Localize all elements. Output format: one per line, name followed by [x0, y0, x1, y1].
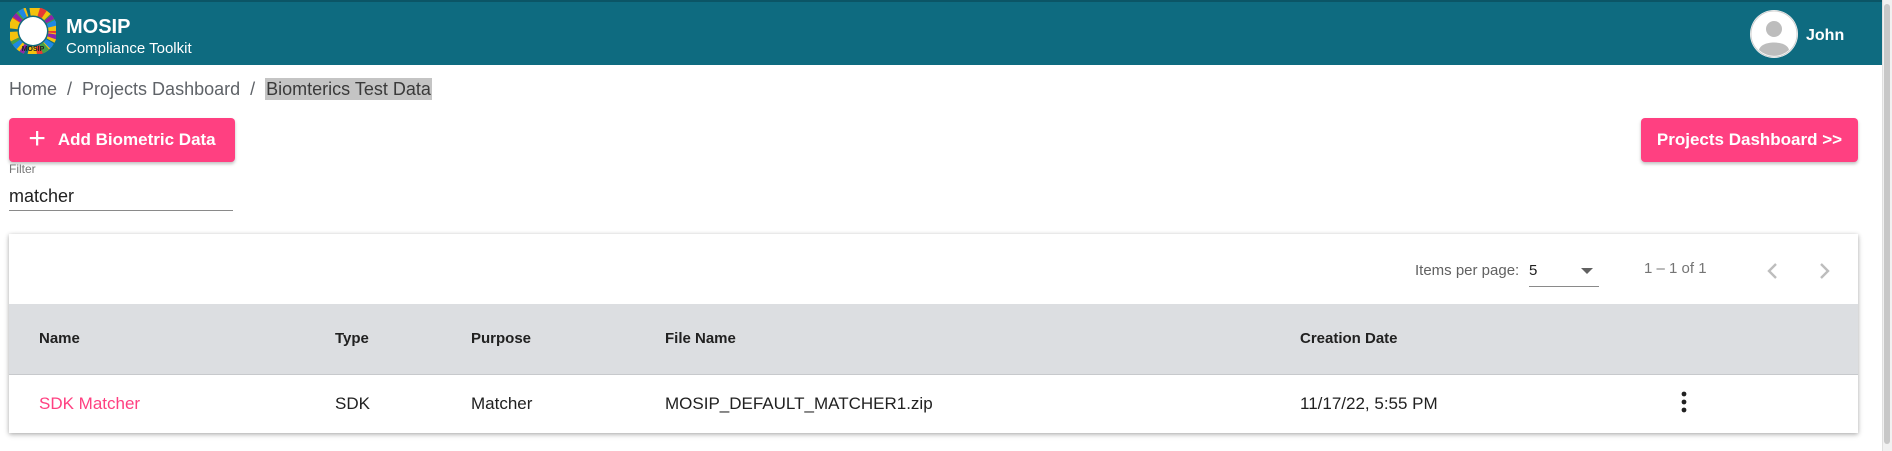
column-header-purpose: Purpose — [471, 330, 532, 347]
items-per-page-value: 5 — [1529, 262, 1538, 279]
app-name: MOSIP — [66, 16, 131, 38]
column-header-creation-date: Creation Date — [1300, 330, 1398, 347]
add-biometric-data-label: Add Biometric Data — [57, 130, 216, 149]
column-header-file-name: File Name — [665, 330, 736, 347]
cell-type: SDK — [335, 394, 370, 413]
user-avatar[interactable] — [1750, 10, 1798, 58]
column-header-name: Name — [39, 330, 80, 347]
breadcrumb-separator: / — [250, 79, 256, 99]
cell-name-link[interactable]: SDK Matcher — [39, 394, 140, 414]
breadcrumb: Home / Projects Dashboard / Biomterics Test … — [9, 78, 432, 100]
username[interactable]: John — [1806, 27, 1844, 45]
cell-file-name: MOSIP_DEFAULT_MATCHER1.zip — [665, 394, 933, 413]
breadcrumb-home[interactable]: Home — [9, 79, 57, 99]
add-biometric-data-button[interactable]: + Add Biometric Data — [9, 118, 235, 162]
previous-page-icon[interactable] — [1756, 254, 1790, 288]
page-range: 1 – 1 of 1 — [1644, 260, 1707, 277]
biometric-data-table-card: Items per page: 5 1 – 1 of 1 Name Type P… — [9, 234, 1858, 433]
items-per-page-select[interactable]: 5 — [1529, 258, 1599, 287]
more-options-icon[interactable] — [1677, 390, 1691, 414]
app-subtitle: Compliance Toolkit — [66, 40, 192, 57]
breadcrumb-separator: / — [67, 79, 73, 99]
table-row: SDK Matcher SDK Matcher MOSIP_DEFAULT_MA… — [9, 374, 1858, 433]
cell-purpose: Matcher — [471, 394, 533, 413]
logo-text: MOSIP — [22, 46, 45, 53]
filter-label: Filter — [9, 162, 36, 176]
column-header-type: Type — [335, 330, 369, 347]
table-header: Name Type Purpose File Name Creation Dat… — [9, 304, 1858, 375]
projects-dashboard-label: Projects Dashboard >> — [1656, 130, 1843, 149]
items-per-page-label: Items per page: — [1415, 262, 1520, 279]
paginator: Items per page: 5 1 – 1 of 1 — [9, 234, 1858, 304]
dropdown-arrow-icon — [1581, 268, 1593, 274]
app-header: MOSIP MOSIP Compliance Toolkit John — [0, 0, 1882, 65]
breadcrumb-current: Biomterics Test Data — [265, 78, 432, 100]
user-avatar-icon — [1750, 10, 1798, 58]
cell-creation-date: 11/17/22, 5:55 PM — [1300, 394, 1438, 413]
plus-icon: + — [28, 121, 46, 155]
mosip-logo-icon[interactable]: MOSIP — [10, 8, 56, 54]
next-page-icon[interactable] — [1807, 254, 1841, 288]
projects-dashboard-button[interactable]: Projects Dashboard >> — [1641, 118, 1858, 162]
filter-input[interactable] — [9, 182, 233, 211]
breadcrumb-projects-dashboard[interactable]: Projects Dashboard — [82, 79, 240, 99]
scrollbar-thumb[interactable] — [1884, 4, 1890, 444]
